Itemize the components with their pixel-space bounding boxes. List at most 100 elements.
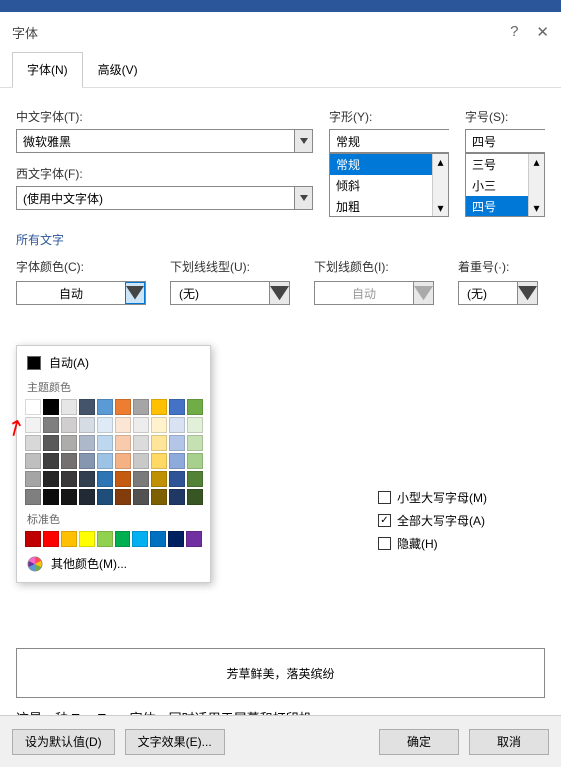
color-swatch[interactable] (25, 531, 41, 547)
color-swatch[interactable] (133, 417, 149, 433)
color-swatch[interactable] (79, 417, 95, 433)
font-color-dropdown[interactable]: 自动 (16, 281, 146, 305)
ok-button[interactable]: 确定 (379, 729, 459, 755)
emphasis-btn[interactable] (517, 282, 537, 304)
color-swatch[interactable] (43, 489, 59, 505)
style-listbox[interactable]: 常规倾斜加粗 ▴ ▾ (329, 153, 449, 217)
color-swatch[interactable] (187, 417, 203, 433)
color-swatch[interactable] (169, 399, 185, 415)
color-swatch[interactable] (97, 435, 113, 451)
color-swatch[interactable] (25, 489, 41, 505)
color-swatch[interactable] (133, 453, 149, 469)
color-swatch[interactable] (151, 435, 167, 451)
emphasis-dropdown[interactable]: (无) (458, 281, 538, 305)
more-colors-row[interactable]: 其他颜色(M)... (21, 549, 206, 578)
color-swatch[interactable] (61, 471, 77, 487)
checkbox-hidden[interactable]: 隐藏(H) (378, 535, 487, 552)
style-option[interactable]: 倾斜 (330, 175, 448, 196)
scroll-up-icon[interactable]: ▴ (433, 154, 448, 170)
color-swatch[interactable] (25, 399, 41, 415)
color-swatch[interactable] (43, 399, 59, 415)
cancel-button[interactable]: 取消 (469, 729, 549, 755)
color-swatch[interactable] (187, 471, 203, 487)
color-swatch[interactable] (151, 417, 167, 433)
color-swatch[interactable] (133, 471, 149, 487)
cn-font-dropdown-btn[interactable] (294, 130, 312, 152)
color-swatch[interactable] (79, 531, 95, 547)
color-swatch[interactable] (169, 417, 185, 433)
text-effects-button[interactable]: 文字效果(E)... (125, 729, 225, 755)
color-swatch[interactable] (97, 489, 113, 505)
color-swatch[interactable] (43, 417, 59, 433)
color-swatch[interactable] (61, 489, 77, 505)
color-swatch[interactable] (79, 435, 95, 451)
style-scrollbar[interactable]: ▴ ▾ (432, 154, 448, 216)
checkbox-all-caps[interactable]: 全部大写字母(A) (378, 512, 487, 529)
color-swatch[interactable] (43, 471, 59, 487)
tab-advanced[interactable]: 高级(V) (83, 52, 153, 87)
color-swatch[interactable] (168, 531, 184, 547)
size-input-combo[interactable] (465, 129, 545, 153)
west-font-input[interactable] (17, 187, 294, 209)
cn-font-input[interactable] (17, 130, 294, 152)
set-default-button[interactable]: 设为默认值(D) (12, 729, 115, 755)
west-font-dropdown-btn[interactable] (294, 187, 312, 209)
color-swatch[interactable] (61, 531, 77, 547)
color-swatch[interactable] (115, 399, 131, 415)
color-swatch[interactable] (151, 489, 167, 505)
color-swatch[interactable] (43, 531, 59, 547)
color-swatch[interactable] (97, 399, 113, 415)
color-swatch[interactable] (115, 453, 131, 469)
west-font-combo[interactable] (16, 186, 313, 210)
color-swatch[interactable] (97, 531, 113, 547)
scroll-down-icon[interactable]: ▾ (433, 200, 448, 216)
size-scrollbar[interactable]: ▴ ▾ (528, 154, 544, 216)
color-swatch[interactable] (25, 453, 41, 469)
color-swatch[interactable] (43, 435, 59, 451)
color-swatch[interactable] (61, 435, 77, 451)
color-swatch[interactable] (169, 489, 185, 505)
color-swatch[interactable] (151, 453, 167, 469)
underline-style-btn[interactable] (269, 282, 289, 304)
color-swatch[interactable] (115, 489, 131, 505)
color-swatch[interactable] (187, 399, 203, 415)
style-option[interactable]: 常规 (330, 154, 448, 175)
color-swatch[interactable] (115, 417, 131, 433)
color-swatch[interactable] (132, 531, 148, 547)
color-swatch[interactable] (43, 453, 59, 469)
color-swatch[interactable] (115, 531, 131, 547)
size-input[interactable] (466, 130, 561, 152)
cn-font-combo[interactable] (16, 129, 313, 153)
color-swatch[interactable] (97, 471, 113, 487)
color-swatch[interactable] (169, 471, 185, 487)
color-swatch[interactable] (187, 435, 203, 451)
color-swatch[interactable] (61, 453, 77, 469)
color-swatch[interactable] (97, 417, 113, 433)
color-swatch[interactable] (79, 471, 95, 487)
underline-style-dropdown[interactable]: (无) (170, 281, 290, 305)
scroll-down-icon[interactable]: ▾ (529, 200, 544, 216)
color-swatch[interactable] (169, 453, 185, 469)
color-swatch[interactable] (187, 453, 203, 469)
color-swatch[interactable] (186, 531, 202, 547)
color-swatch[interactable] (115, 471, 131, 487)
color-swatch[interactable] (150, 531, 166, 547)
tab-font[interactable]: 字体(N) (12, 52, 83, 88)
color-swatch[interactable] (133, 489, 149, 505)
color-swatch[interactable] (61, 417, 77, 433)
color-swatch[interactable] (61, 399, 77, 415)
color-swatch[interactable] (151, 471, 167, 487)
style-input-combo[interactable] (329, 129, 449, 153)
color-swatch[interactable] (133, 435, 149, 451)
color-swatch[interactable] (187, 489, 203, 505)
color-swatch[interactable] (169, 435, 185, 451)
checkbox-small-caps[interactable]: 小型大写字母(M) (378, 489, 487, 506)
color-swatch[interactable] (25, 435, 41, 451)
size-listbox[interactable]: 三号小三四号 ▴ ▾ (465, 153, 545, 217)
close-icon[interactable]: ✕ (536, 23, 549, 41)
color-swatch[interactable] (79, 453, 95, 469)
help-icon[interactable]: ? (510, 23, 518, 41)
style-option[interactable]: 加粗 (330, 196, 448, 217)
color-swatch[interactable] (151, 399, 167, 415)
color-swatch[interactable] (133, 399, 149, 415)
